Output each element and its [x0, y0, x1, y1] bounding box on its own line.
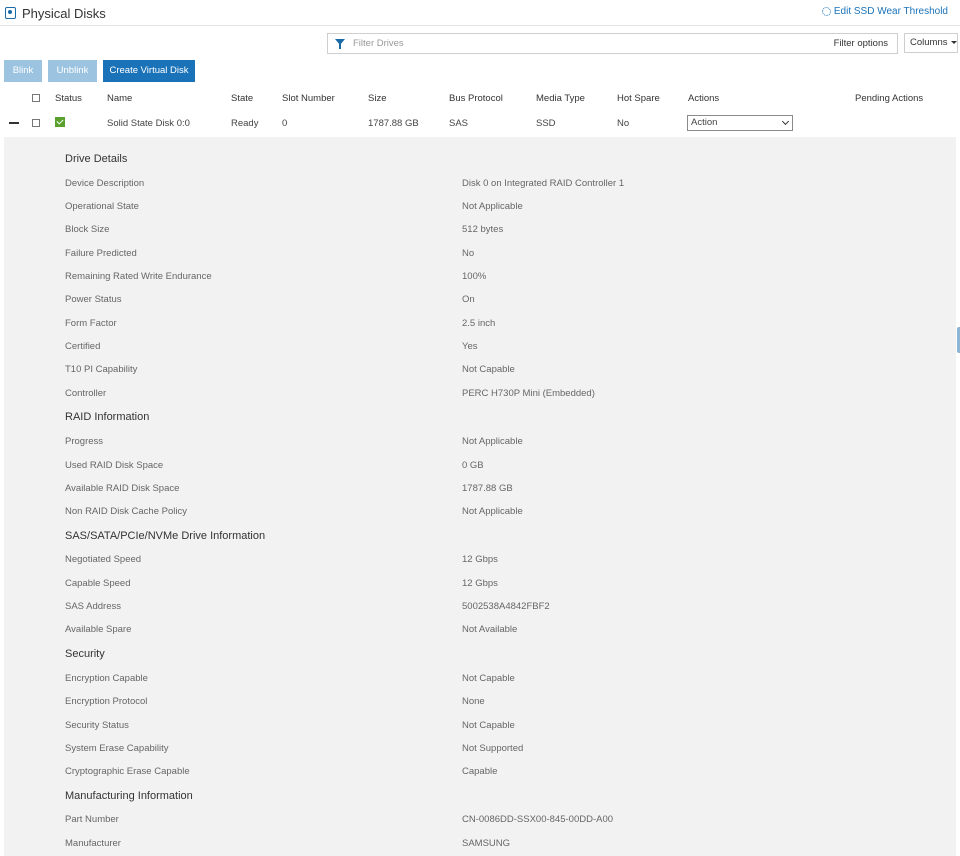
gear-icon: [821, 7, 831, 16]
page-title: Physical Disks: [22, 6, 106, 21]
section-title-drive-details: Drive Details: [65, 153, 128, 165]
caret-down-icon: [950, 40, 957, 44]
detail-label: Encryption Capable: [65, 673, 148, 684]
detail-label: Encryption Protocol: [65, 696, 148, 707]
detail-label: System Erase Capability: [65, 743, 169, 754]
filter-options-button[interactable]: Filter options: [834, 38, 888, 49]
detail-label: Part Number: [65, 814, 119, 825]
cell-hot-spare: No: [617, 118, 630, 129]
filter-icon: [335, 39, 345, 49]
detail-value: CN-0086DD-SSX00-845-00DD-A00: [462, 814, 614, 825]
detail-value: Not Applicable: [462, 506, 523, 517]
detail-value: Not Capable: [462, 673, 515, 684]
detail-value: Disk 0 on Integrated RAID Controller 1: [462, 178, 625, 189]
columns-dropdown[interactable]: Columns: [904, 33, 958, 53]
detail-value: 2.5 inch: [462, 318, 496, 329]
detail-label: Available Spare: [65, 624, 132, 635]
detail-label: Cryptographic Erase Capable: [65, 766, 190, 777]
detail-value: Yes: [462, 341, 478, 352]
edit-link-label: Edit SSD Wear Threshold: [833, 6, 948, 17]
detail-label: Negotiated Speed: [65, 554, 142, 565]
detail-value: On: [462, 294, 475, 305]
col-header-state[interactable]: State: [231, 93, 253, 104]
detail-value: 512 bytes: [462, 224, 504, 235]
detail-value: Not Applicable: [462, 436, 523, 447]
col-header-bus-protocol[interactable]: Bus Protocol: [449, 93, 503, 104]
drive-details-panel: Drive Details Device Description Disk 0 …: [4, 137, 956, 856]
detail-label: Power Status: [65, 294, 122, 305]
status-ok-icon: [55, 117, 65, 127]
detail-value: No: [462, 248, 475, 259]
detail-value: PERC H730P Mini (Embedded): [462, 388, 595, 399]
collapse-row-icon[interactable]: [9, 122, 19, 124]
cell-media-type: SSD: [536, 118, 556, 129]
section-title-drive-information: SAS/SATA/PCIe/NVMe Drive Information: [65, 530, 266, 542]
section-title-raid-information: RAID Information: [65, 411, 150, 423]
detail-value: Capable: [462, 766, 498, 777]
detail-value: Not Supported: [462, 743, 524, 754]
detail-label: Certified: [65, 341, 101, 352]
detail-label: Operational State: [65, 201, 139, 212]
section-title-manufacturing-information: Manufacturing Information: [65, 790, 193, 802]
detail-value: 5002538A4842FBF2: [462, 601, 550, 612]
detail-label: Controller: [65, 388, 107, 399]
detail-label: SAS Address: [65, 601, 121, 612]
edit-ssd-wear-threshold-link[interactable]: Edit SSD Wear Threshold: [821, 6, 948, 17]
col-header-hot-spare[interactable]: Hot Spare: [617, 93, 660, 104]
detail-label: Device Description: [65, 178, 145, 189]
detail-label: Progress: [65, 436, 104, 447]
detail-value: 1787.88 GB: [462, 483, 513, 494]
col-header-status[interactable]: Status: [55, 93, 82, 104]
disk-icon: [5, 7, 16, 19]
cell-slot: 0: [282, 118, 288, 129]
detail-value: None: [462, 696, 485, 707]
detail-value: Not Capable: [462, 364, 515, 375]
detail-value: 100%: [462, 271, 487, 282]
detail-value: Not Applicable: [462, 201, 523, 212]
detail-label: Block Size: [65, 224, 110, 235]
col-header-size[interactable]: Size: [368, 93, 386, 104]
col-header-actions: Actions: [688, 93, 720, 104]
col-header-media-type[interactable]: Media Type: [536, 93, 585, 104]
unblink-button[interactable]: Unblink: [48, 60, 97, 82]
cell-name: Solid State Disk 0:0: [107, 118, 190, 129]
detail-label: T10 PI Capability: [65, 364, 138, 375]
action-select-value: Action: [691, 117, 718, 128]
blink-button[interactable]: Blink: [4, 60, 42, 82]
detail-label: Manufacturer: [65, 838, 121, 849]
col-header-name[interactable]: Name: [107, 93, 132, 104]
cell-state: Ready: [231, 118, 259, 129]
detail-label: Failure Predicted: [65, 248, 137, 259]
filter-drives-input[interactable]: Filter Drives Filter options: [327, 33, 898, 54]
detail-label: Remaining Rated Write Endurance: [65, 271, 212, 282]
detail-label: Used RAID Disk Space: [65, 460, 164, 471]
detail-label: Security Status: [65, 720, 129, 731]
col-header-pending-actions: Pending Actions: [855, 93, 924, 104]
page-header: Physical Disks Edit SSD Wear Threshold: [0, 0, 960, 26]
cell-size: 1787.88 GB: [368, 118, 419, 129]
detail-value: 12 Gbps: [462, 578, 498, 589]
detail-value: 12 Gbps: [462, 554, 498, 565]
row-select-checkbox[interactable]: [32, 119, 40, 127]
chevron-down-icon: [781, 117, 790, 126]
detail-label: Capable Speed: [65, 578, 131, 589]
detail-value: Not Capable: [462, 720, 515, 731]
select-all-checkbox[interactable]: [32, 94, 40, 102]
col-header-slot-number[interactable]: Slot Number: [282, 93, 335, 104]
detail-label: Available RAID Disk Space: [65, 483, 180, 494]
cell-bus-protocol: SAS: [449, 118, 469, 129]
detail-value: SAMSUNG: [462, 838, 511, 849]
action-select[interactable]: Action: [687, 115, 793, 131]
detail-label: Form Factor: [65, 318, 117, 329]
columns-label: Columns: [910, 37, 948, 48]
create-virtual-disk-button[interactable]: Create Virtual Disk: [103, 60, 195, 82]
detail-label: Non RAID Disk Cache Policy: [65, 506, 187, 517]
section-title-security: Security: [65, 648, 105, 660]
detail-value: 0 GB: [462, 460, 484, 471]
filter-placeholder: Filter Drives: [353, 38, 404, 49]
detail-value: Not Available: [462, 624, 518, 635]
